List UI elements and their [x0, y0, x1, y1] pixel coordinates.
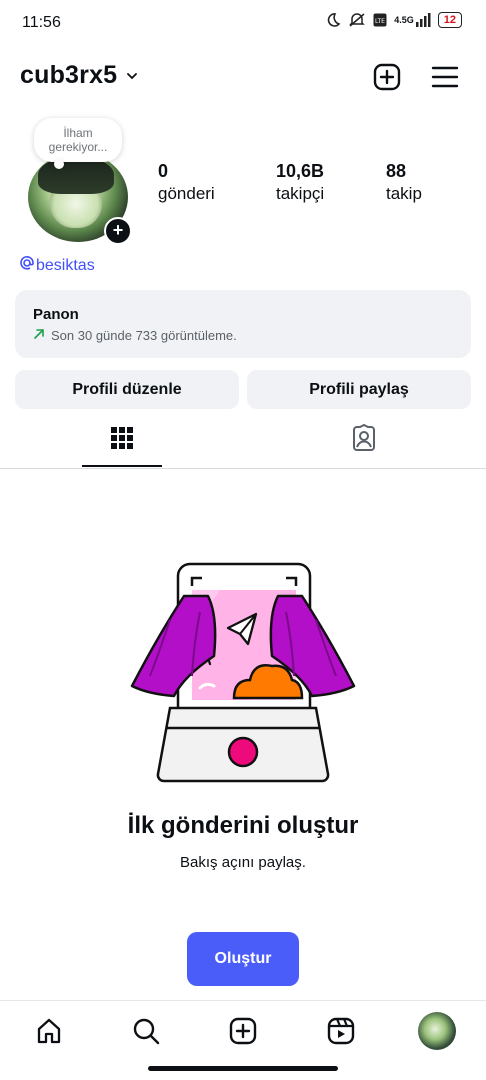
create-post-button[interactable]: Oluştur [187, 932, 299, 986]
threads-link[interactable]: besiktas [20, 256, 95, 275]
account-switcher[interactable]: cub3rx5 [20, 61, 139, 90]
trend-up-icon [33, 326, 45, 346]
tab-tagged[interactable] [322, 420, 406, 460]
create-post-illustration [130, 560, 356, 785]
grid-icon [110, 426, 134, 455]
following-stat[interactable]: 88 takip [386, 160, 422, 206]
posts-count: 0 [158, 161, 169, 181]
dashboard-subtitle: Son 30 günde 733 görüntüleme. [51, 328, 237, 343]
note-line-1: İlham [63, 126, 93, 140]
threads-handle: besiktas [36, 256, 95, 274]
empty-state-subtitle: Bakış açını paylaş. [180, 854, 306, 871]
professional-dashboard[interactable]: Panon Son 30 günde 733 görüntüleme. [15, 290, 471, 358]
followers-label: takipçi [276, 184, 325, 203]
following-count: 88 [386, 161, 407, 181]
posts-label: gönderi [158, 184, 215, 203]
followers-stat[interactable]: 10,6B takipçi [276, 160, 324, 206]
tab-divider [0, 468, 486, 469]
status-icons: LTE 4.5G 12 [325, 12, 462, 28]
reels-icon[interactable] [322, 1012, 360, 1050]
followers-count: 10,6B [276, 161, 325, 181]
edit-profile-button[interactable]: Profili düzenle [15, 370, 239, 409]
tagged-icon [350, 423, 378, 457]
note-bubble[interactable]: İlham gerekiyor... [34, 118, 122, 169]
following-label: takip [386, 184, 422, 203]
active-tab-indicator [82, 465, 162, 467]
dnd-moon-icon [325, 12, 341, 28]
svg-text:LTE: LTE [375, 18, 385, 25]
threads-icon [20, 256, 34, 275]
chevron-down-icon [125, 61, 139, 90]
bottom-nav-divider [0, 1000, 486, 1001]
volte-icon: LTE [373, 13, 387, 27]
username: cub3rx5 [20, 61, 118, 89]
signal-icon: 4.5G [394, 13, 431, 27]
status-time: 11:56 [22, 14, 61, 31]
add-story-icon[interactable]: + [104, 217, 132, 245]
gesture-bar [148, 1066, 338, 1071]
menu-icon[interactable] [428, 60, 462, 94]
plus-square-icon[interactable] [370, 60, 404, 94]
home-icon[interactable] [30, 1012, 68, 1050]
battery-icon: 12 [437, 12, 462, 28]
tab-posts-grid[interactable] [80, 420, 164, 460]
share-profile-button[interactable]: Profili paylaş [247, 370, 471, 409]
posts-stat: 0 gönderi [158, 160, 215, 206]
dashboard-title: Panon [33, 306, 79, 323]
empty-state-title: İlk gönderini oluştur [127, 812, 359, 839]
note-line-2: gerekiyor... [48, 140, 108, 154]
search-icon[interactable] [127, 1012, 165, 1050]
mute-icon [348, 12, 366, 28]
profile-avatar[interactable] [418, 1012, 456, 1050]
create-icon[interactable] [224, 1012, 262, 1050]
